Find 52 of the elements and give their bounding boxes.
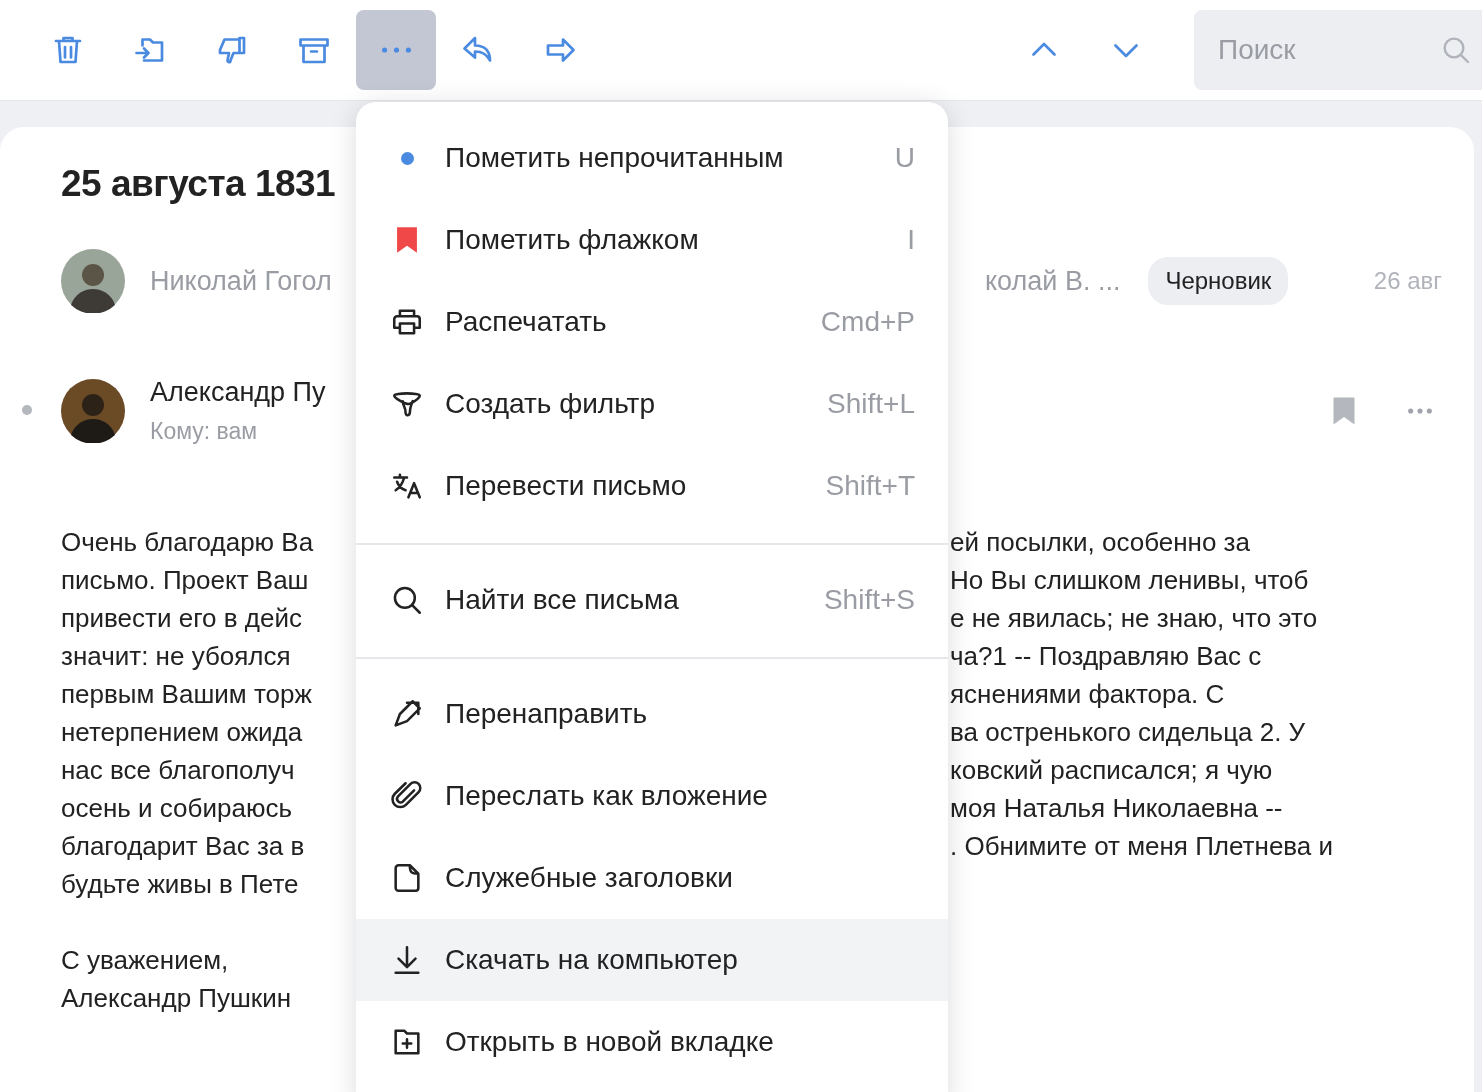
more-icon[interactable] <box>1406 406 1434 416</box>
body-text: нетерпением ожида <box>61 717 303 747</box>
body-text: яснениями фактора. С <box>950 679 1225 709</box>
signature-text: Александр Пушкин <box>61 982 292 1015</box>
shortcut-label: Shift+T <box>825 470 915 502</box>
sender-name: Александр Пу <box>150 377 327 408</box>
body-text: ей посылки, особенно за <box>950 527 1250 557</box>
menu-item[interactable]: Создать фильтр Shift+L <box>356 363 948 445</box>
menu-item[interactable]: Скачать на компьютер <box>356 919 948 1001</box>
menu-item[interactable]: Распечатать Cmd+P <box>356 281 948 363</box>
menu-item[interactable]: Перевести письмо Shift+T <box>356 445 948 527</box>
menu-item[interactable]: Пометить флажком I <box>356 199 948 281</box>
body-text: будьте живы в Пете <box>61 869 299 899</box>
body-text: первым Вашим торж <box>61 679 312 709</box>
menu-item[interactable]: Пометить непрочитанным U <box>356 117 948 199</box>
sender-name: Николай Гогол <box>150 265 332 296</box>
search-icon <box>1440 34 1472 66</box>
search-field[interactable]: Поиск <box>1194 10 1482 90</box>
letter-title: 25 августа 1831 <box>61 163 337 206</box>
body-text: привести его в дейс <box>61 603 302 633</box>
dot-icon <box>401 151 414 165</box>
menu-item[interactable]: Переслать как вложение <box>356 755 948 837</box>
body-text: е не явилась; не знаю, что это <box>950 603 1318 633</box>
body-text: значит: не убоялся <box>61 641 291 671</box>
message-date: 26 авг <box>1373 267 1442 295</box>
draft-badge: Черновик <box>1148 257 1289 305</box>
shortcut-label: Shift+S <box>823 584 915 616</box>
body-text: моя Наталья Николаевна -- <box>950 793 1283 823</box>
shortcut-label: U <box>894 142 915 174</box>
shortcut-label: Cmd+P <box>820 306 915 338</box>
body-text: нас все благополуч <box>61 755 295 785</box>
avatar <box>61 249 125 313</box>
menu-item[interactable]: Открыть в новой вкладке <box>356 1001 948 1083</box>
recipient-line: Кому: вам <box>150 418 259 445</box>
body-text: осень и собираюсь <box>61 793 292 823</box>
recipient-name: колай В. ... <box>985 265 1121 297</box>
menu-item[interactable]: Служебные заголовки <box>356 837 948 919</box>
shortcut-label: I <box>907 224 915 256</box>
more-icon <box>381 47 411 53</box>
avatar <box>61 379 125 443</box>
body-text: письмо. Проект Ваш <box>61 565 309 595</box>
body-text: Но Вы слишком ленивы, чтоб <box>950 565 1309 595</box>
menu-item[interactable]: Перенаправить <box>356 673 948 755</box>
body-text: ва остренького сидельца 2. У <box>950 717 1306 747</box>
body-text: ча?1 -- Поздравляю Вас с <box>950 641 1262 671</box>
shortcut-label: Shift+L <box>827 388 915 420</box>
signature-text: С уважением, <box>61 944 229 977</box>
body-text: Очень благодарю Ва <box>61 527 314 557</box>
body-text: ковский расписался; я чую <box>950 755 1273 785</box>
menu-item[interactable]: Найти все письма Shift+S <box>356 559 948 641</box>
body-text: . Обнимите от меня Плетнева и <box>950 831 1334 861</box>
body-text: благодарит Вас за в <box>61 831 305 861</box>
